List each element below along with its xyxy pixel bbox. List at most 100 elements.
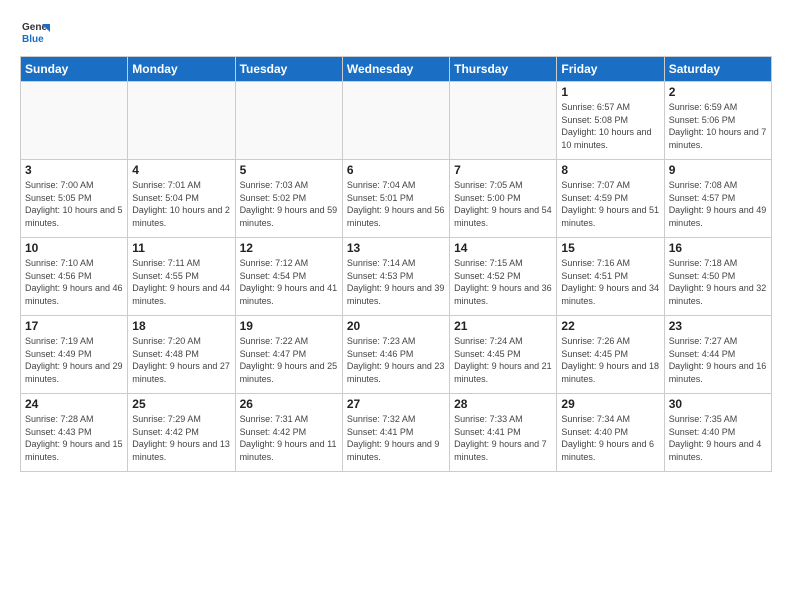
day-number: 17	[25, 319, 123, 333]
day-info: Sunrise: 7:05 AM Sunset: 5:00 PM Dayligh…	[454, 179, 552, 229]
calendar-cell: 24 Sunrise: 7:28 AM Sunset: 4:43 PM Dayli…	[21, 394, 128, 472]
day-number: 3	[25, 163, 123, 177]
day-number: 22	[561, 319, 659, 333]
calendar-cell: 2Sunrise: 6:59 AM Sunset: 5:06 PM Daylig…	[664, 82, 771, 160]
day-info: Sunrise: 7:27 AM Sunset: 4:44 PM Dayligh…	[669, 335, 767, 385]
day-info: Sunrise: 7:23 AM Sunset: 4:46 PM Dayligh…	[347, 335, 445, 385]
calendar-cell: 14 Sunrise: 7:15 AM Sunset: 4:52 PM Dayli…	[450, 238, 557, 316]
calendar-cell: 19 Sunrise: 7:22 AM Sunset: 4:47 PM Dayli…	[235, 316, 342, 394]
day-number: 15	[561, 241, 659, 255]
day-info: Sunrise: 7:32 AM Sunset: 4:41 PM Dayligh…	[347, 413, 445, 463]
calendar-cell: 20 Sunrise: 7:23 AM Sunset: 4:46 PM Dayli…	[342, 316, 449, 394]
calendar-cell: 21 Sunrise: 7:24 AM Sunset: 4:45 PM Dayli…	[450, 316, 557, 394]
weekday-header-saturday: Saturday	[664, 57, 771, 82]
calendar-cell: 7 Sunrise: 7:05 AM Sunset: 5:00 PM Daylig…	[450, 160, 557, 238]
day-number: 18	[132, 319, 230, 333]
day-number: 28	[454, 397, 552, 411]
calendar-cell: 23 Sunrise: 7:27 AM Sunset: 4:44 PM Dayli…	[664, 316, 771, 394]
day-number: 13	[347, 241, 445, 255]
calendar-cell: 30 Sunrise: 7:35 AM Sunset: 4:40 PM Dayli…	[664, 394, 771, 472]
day-info: Sunrise: 7:31 AM Sunset: 4:42 PM Dayligh…	[240, 413, 338, 463]
day-info: Sunrise: 7:16 AM Sunset: 4:51 PM Dayligh…	[561, 257, 659, 307]
day-info: Sunrise: 7:28 AM Sunset: 4:43 PM Dayligh…	[25, 413, 123, 463]
day-number: 8	[561, 163, 659, 177]
day-info: Sunrise: 7:04 AM Sunset: 5:01 PM Dayligh…	[347, 179, 445, 229]
calendar-body: 1Sunrise: 6:57 AM Sunset: 5:08 PM Daylig…	[21, 82, 772, 472]
day-info: Sunrise: 7:10 AM Sunset: 4:56 PM Dayligh…	[25, 257, 123, 307]
day-info: Sunrise: 7:07 AM Sunset: 4:59 PM Dayligh…	[561, 179, 659, 229]
day-info: Sunrise: 6:59 AM Sunset: 5:06 PM Dayligh…	[669, 101, 767, 151]
calendar-table: SundayMondayTuesdayWednesdayThursdayFrid…	[20, 56, 772, 472]
calendar-cell: 27Sunrise: 7:32 AM Sunset: 4:41 PM Dayli…	[342, 394, 449, 472]
day-info: Sunrise: 7:20 AM Sunset: 4:48 PM Dayligh…	[132, 335, 230, 385]
weekday-header-sunday: Sunday	[21, 57, 128, 82]
calendar-cell: 25 Sunrise: 7:29 AM Sunset: 4:42 PM Dayli…	[128, 394, 235, 472]
day-number: 6	[347, 163, 445, 177]
day-number: 7	[454, 163, 552, 177]
day-number: 19	[240, 319, 338, 333]
calendar-cell: 13 Sunrise: 7:14 AM Sunset: 4:53 PM Dayli…	[342, 238, 449, 316]
day-number: 4	[132, 163, 230, 177]
day-info: Sunrise: 7:24 AM Sunset: 4:45 PM Dayligh…	[454, 335, 552, 385]
logo-icon: General Blue	[20, 16, 50, 46]
day-number: 23	[669, 319, 767, 333]
day-number: 12	[240, 241, 338, 255]
day-info: Sunrise: 7:22 AM Sunset: 4:47 PM Dayligh…	[240, 335, 338, 385]
calendar-cell: 16 Sunrise: 7:18 AM Sunset: 4:50 PM Dayli…	[664, 238, 771, 316]
calendar-cell: 4 Sunrise: 7:01 AM Sunset: 5:04 PM Daylig…	[128, 160, 235, 238]
page-header: General Blue	[20, 16, 772, 46]
calendar-cell	[21, 82, 128, 160]
calendar-cell: 18 Sunrise: 7:20 AM Sunset: 4:48 PM Dayli…	[128, 316, 235, 394]
day-info: Sunrise: 7:03 AM Sunset: 5:02 PM Dayligh…	[240, 179, 338, 229]
calendar-cell: 11 Sunrise: 7:11 AM Sunset: 4:55 PM Dayli…	[128, 238, 235, 316]
calendar-week-1: 1Sunrise: 6:57 AM Sunset: 5:08 PM Daylig…	[21, 82, 772, 160]
day-info: Sunrise: 7:15 AM Sunset: 4:52 PM Dayligh…	[454, 257, 552, 307]
day-number: 20	[347, 319, 445, 333]
day-info: Sunrise: 7:29 AM Sunset: 4:42 PM Dayligh…	[132, 413, 230, 463]
day-number: 9	[669, 163, 767, 177]
calendar-cell: 29Sunrise: 7:34 AM Sunset: 4:40 PM Dayli…	[557, 394, 664, 472]
day-info: Sunrise: 7:35 AM Sunset: 4:40 PM Dayligh…	[669, 413, 767, 463]
day-number: 5	[240, 163, 338, 177]
calendar-cell: 10Sunrise: 7:10 AM Sunset: 4:56 PM Dayli…	[21, 238, 128, 316]
calendar-cell: 12 Sunrise: 7:12 AM Sunset: 4:54 PM Dayli…	[235, 238, 342, 316]
calendar-cell: 26Sunrise: 7:31 AM Sunset: 4:42 PM Dayli…	[235, 394, 342, 472]
logo: General Blue	[20, 16, 50, 46]
calendar-week-3: 10Sunrise: 7:10 AM Sunset: 4:56 PM Dayli…	[21, 238, 772, 316]
weekday-header-monday: Monday	[128, 57, 235, 82]
day-number: 25	[132, 397, 230, 411]
day-info: Sunrise: 7:12 AM Sunset: 4:54 PM Dayligh…	[240, 257, 338, 307]
calendar-week-4: 17 Sunrise: 7:19 AM Sunset: 4:49 PM Dayli…	[21, 316, 772, 394]
day-info: Sunrise: 7:19 AM Sunset: 4:49 PM Dayligh…	[25, 335, 123, 385]
calendar-cell: 3Sunrise: 7:00 AM Sunset: 5:05 PM Daylig…	[21, 160, 128, 238]
calendar-cell: 15 Sunrise: 7:16 AM Sunset: 4:51 PM Dayli…	[557, 238, 664, 316]
svg-text:Blue: Blue	[22, 34, 44, 45]
calendar-cell: 8 Sunrise: 7:07 AM Sunset: 4:59 PM Daylig…	[557, 160, 664, 238]
calendar-cell	[450, 82, 557, 160]
calendar-cell: 9 Sunrise: 7:08 AM Sunset: 4:57 PM Daylig…	[664, 160, 771, 238]
day-info: Sunrise: 7:18 AM Sunset: 4:50 PM Dayligh…	[669, 257, 767, 307]
day-info: Sunrise: 7:08 AM Sunset: 4:57 PM Dayligh…	[669, 179, 767, 229]
calendar-cell: 1Sunrise: 6:57 AM Sunset: 5:08 PM Daylig…	[557, 82, 664, 160]
calendar-cell	[235, 82, 342, 160]
day-info: Sunrise: 7:33 AM Sunset: 4:41 PM Dayligh…	[454, 413, 552, 463]
calendar-cell: 5 Sunrise: 7:03 AM Sunset: 5:02 PM Daylig…	[235, 160, 342, 238]
day-number: 11	[132, 241, 230, 255]
calendar-week-2: 3Sunrise: 7:00 AM Sunset: 5:05 PM Daylig…	[21, 160, 772, 238]
day-number: 16	[669, 241, 767, 255]
day-number: 14	[454, 241, 552, 255]
day-info: Sunrise: 7:01 AM Sunset: 5:04 PM Dayligh…	[132, 179, 230, 229]
day-info: Sunrise: 7:11 AM Sunset: 4:55 PM Dayligh…	[132, 257, 230, 307]
weekday-header-wednesday: Wednesday	[342, 57, 449, 82]
day-number: 1	[561, 85, 659, 99]
day-info: Sunrise: 7:26 AM Sunset: 4:45 PM Dayligh…	[561, 335, 659, 385]
day-info: Sunrise: 7:14 AM Sunset: 4:53 PM Dayligh…	[347, 257, 445, 307]
calendar-cell	[342, 82, 449, 160]
calendar-header: SundayMondayTuesdayWednesdayThursdayFrid…	[21, 57, 772, 82]
day-number: 30	[669, 397, 767, 411]
calendar-week-5: 24 Sunrise: 7:28 AM Sunset: 4:43 PM Dayli…	[21, 394, 772, 472]
day-number: 21	[454, 319, 552, 333]
weekday-header-tuesday: Tuesday	[235, 57, 342, 82]
day-number: 24	[25, 397, 123, 411]
weekday-header-thursday: Thursday	[450, 57, 557, 82]
